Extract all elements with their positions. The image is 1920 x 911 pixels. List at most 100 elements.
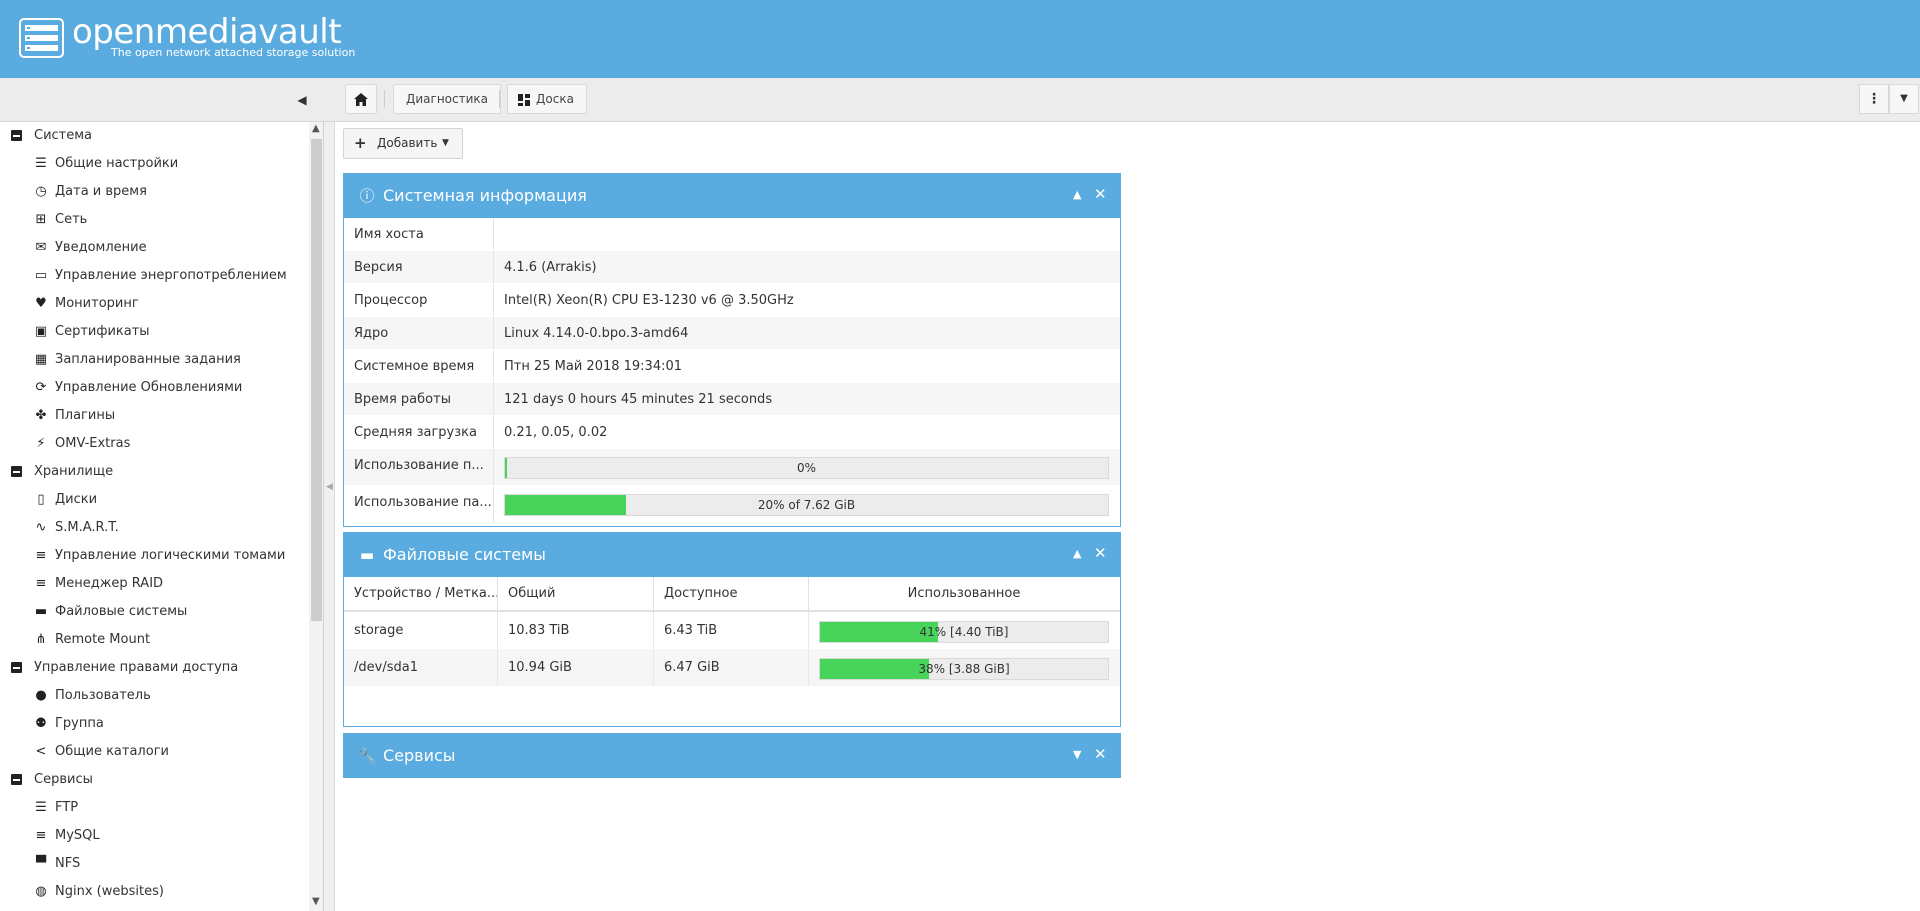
sysinfo-value: 4.1.6 (Arrakis) — [504, 260, 597, 275]
sidebar-item[interactable]: ⋔ Remote Mount — [0, 626, 306, 654]
tree-group-label: Сервисы — [34, 772, 93, 787]
scroll-down-icon[interactable]: ▼ — [312, 896, 320, 907]
sidebar-item[interactable]: ≡ MySQL — [0, 822, 306, 850]
tree-group-label: Система — [34, 128, 93, 143]
collapse-up-icon[interactable]: ▲ — [1073, 188, 1081, 201]
folders-icon: ▬ — [34, 604, 48, 619]
close-icon[interactable]: ✕ — [1094, 745, 1107, 763]
sidebar-item[interactable]: ◷ Дата и время — [0, 178, 306, 206]
desktop-icon: ▀ — [36, 856, 46, 871]
tree-group-label: Хранилище — [34, 464, 114, 479]
sidebar-item[interactable]: ☰ FTP — [0, 794, 306, 822]
collapse-sidebar-button[interactable]: ◀ — [294, 92, 310, 108]
close-icon[interactable]: ✕ — [1094, 544, 1107, 562]
tree-group[interactable]: Система — [0, 122, 306, 150]
sidebar-item[interactable]: ≡ Менеджер RAID — [0, 570, 306, 598]
sidebar-item[interactable]: ⊞ Сеть — [0, 206, 306, 234]
toolbar-menu-button[interactable]: ⋮ — [1859, 84, 1889, 114]
breadcrumb-diagnostics[interactable]: Диагностика — [393, 84, 502, 114]
sysinfo-key: Ядро — [354, 326, 389, 341]
sidebar-item[interactable]: < Общие каталоги — [0, 738, 306, 766]
column-divider — [493, 449, 494, 485]
table-row[interactable]: /dev/sda1 10.94 GiB 6.47 GiB 38% [3.88 GiB] — [344, 649, 1120, 686]
sidebar-item[interactable]: ✤ Плагины — [0, 402, 306, 430]
table-row[interactable]: storage 10.83 TiB 6.43 TiB 41% [4.40 TiB] — [344, 612, 1120, 649]
sidebar-item[interactable]: ▯ Диски — [0, 486, 306, 514]
expand-down-icon[interactable]: ▼ — [1073, 748, 1081, 761]
column-divider — [493, 416, 494, 448]
column-divider — [497, 612, 498, 649]
collapse-minus-icon[interactable] — [11, 662, 22, 673]
sysinfo-value: Птн 25 Май 2018 19:34:01 — [504, 359, 683, 374]
tree-group-label: Управление правами доступа — [34, 660, 239, 675]
caret-down-icon: ▼ — [442, 138, 449, 148]
breadcrumb-home[interactable] — [345, 84, 377, 114]
sidebar-item[interactable]: ☰ Общие настройки — [0, 150, 306, 178]
splitter-grip-icon[interactable]: ◀ — [326, 482, 333, 492]
omv-logo-icon — [19, 18, 64, 58]
system-info-panel: ⓘ Системная информация ▲ ✕ Имя хоста Верс… — [343, 173, 1121, 527]
sidebar-item-label: S.M.A.R.T. — [55, 520, 119, 535]
tree-group[interactable]: Управление правами доступа — [0, 654, 306, 682]
sitemap-icon: ⋔ — [35, 632, 47, 647]
caret-down-icon: ▼ — [1900, 93, 1908, 104]
sidebar-item[interactable]: ▀ NFS — [0, 850, 306, 878]
database-icon: ≡ — [35, 548, 47, 563]
filesystem-used-text: 38% [3.88 GiB] — [918, 662, 1010, 676]
sysinfo-value: 121 days 0 hours 45 minutes 21 seconds — [504, 392, 773, 407]
share-icon: < — [35, 744, 47, 759]
plus-icon: + — [354, 134, 367, 152]
column-divider — [808, 649, 809, 686]
sidebar-item[interactable]: ● Пользователь — [0, 682, 306, 710]
scroll-up-icon[interactable]: ▲ — [312, 123, 320, 134]
envelope-icon: ✉ — [35, 240, 47, 255]
cpu-usage-label: Использование п... — [354, 458, 484, 473]
system-info-header: ⓘ Системная информация ▲ ✕ — [344, 174, 1120, 218]
column-divider — [493, 317, 494, 349]
tree-group[interactable]: Сервисы — [0, 766, 306, 794]
sidebar-item[interactable]: ▦ Запланированные задания — [0, 346, 306, 374]
column-header-used[interactable]: Использованное — [819, 586, 1109, 601]
column-divider — [493, 251, 494, 283]
battery-icon: ▭ — [34, 268, 48, 283]
column-divider — [493, 218, 494, 250]
sidebar-splitter[interactable]: ◀ — [324, 122, 335, 911]
tree-group[interactable]: Хранилище — [0, 458, 306, 486]
sidebar-item[interactable]: ⚉ Группа — [0, 710, 306, 738]
collapse-up-icon[interactable]: ▲ — [1073, 547, 1081, 560]
collapse-minus-icon[interactable] — [11, 774, 22, 785]
scrollbar-thumb[interactable] — [311, 139, 322, 621]
sidebar-item[interactable]: ⚡ OMV-Extras — [0, 430, 306, 458]
sidebar-item[interactable]: ♥ Мониторинг — [0, 290, 306, 318]
sysinfo-key: Время работы — [354, 392, 451, 407]
filesystem-total: 10.94 GiB — [508, 660, 572, 675]
toolbar-dropdown-button[interactable]: ▼ — [1889, 84, 1919, 114]
sidebar-item[interactable]: ✉ Уведомление — [0, 234, 306, 262]
sidebar-item[interactable]: ⟳ Управление Обновлениями — [0, 374, 306, 402]
collapse-minus-icon[interactable] — [11, 466, 22, 477]
breadcrumb-dashboard[interactable]: Доска — [507, 84, 587, 114]
column-header-total[interactable]: Общий — [508, 586, 555, 601]
sidebar-item[interactable]: ▬ Файловые системы — [0, 598, 306, 626]
sidebar-item[interactable]: ∿ S.M.A.R.T. — [0, 514, 306, 542]
sidebar-item[interactable]: ≡ Управление логическими томами — [0, 542, 306, 570]
close-icon[interactable]: ✕ — [1094, 185, 1107, 203]
memory-usage-label: Использование па... — [354, 495, 492, 510]
users-icon: ⚉ — [35, 716, 47, 731]
database-icon: ≡ — [35, 576, 47, 591]
server-icon: ☰ — [35, 800, 47, 815]
calendar-clock-icon: ▦ — [34, 352, 48, 367]
column-header-device[interactable]: Устройство / Метка... — [354, 586, 499, 601]
sidebar-item[interactable]: ▭ Управление энергопотреблением — [0, 262, 306, 290]
column-header-available[interactable]: Доступное — [664, 586, 737, 601]
sidebar-scrollbar[interactable]: ▲ ▼ — [309, 122, 323, 911]
collapse-minus-icon[interactable] — [11, 130, 22, 141]
add-widget-button[interactable]: + Добавить ▼ — [343, 128, 463, 159]
memory-usage-progress: 20% of 7.62 GiB — [504, 494, 1109, 516]
breadcrumb-separator — [384, 90, 385, 108]
sidebar-item[interactable]: ◍ Nginx (websites) — [0, 878, 306, 906]
sidebar-item[interactable]: ▣ Сертификаты — [0, 318, 306, 346]
disk-icon: ▯ — [37, 492, 45, 507]
app-header: openmediavault The open network attached… — [0, 0, 1920, 78]
sysinfo-key: Имя хоста — [354, 227, 424, 242]
